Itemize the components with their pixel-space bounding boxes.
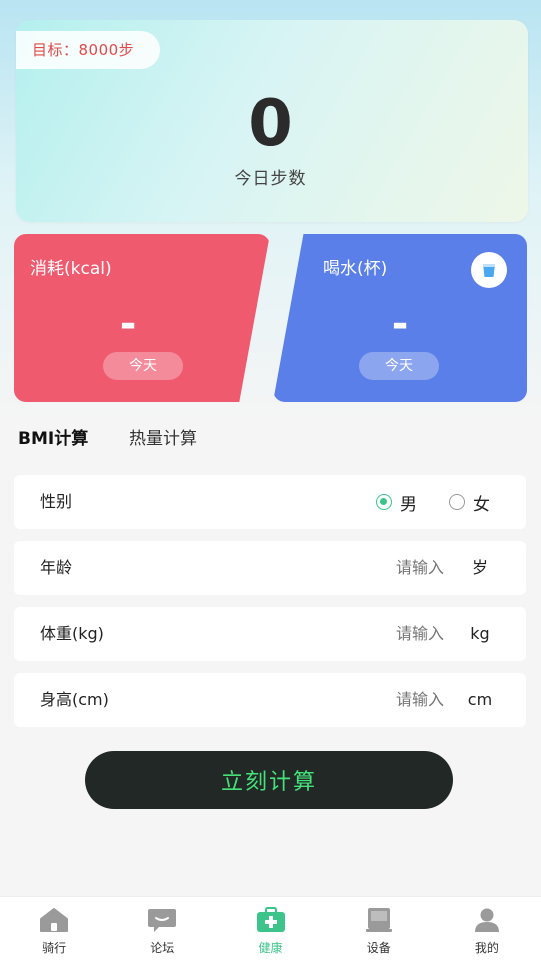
tabbar-item-ride[interactable]: 骑行 [0, 897, 108, 962]
tabbar-label-forum: 论坛 [150, 941, 175, 955]
person-icon [474, 908, 499, 932]
age-input[interactable] [324, 541, 444, 595]
gender-option-male[interactable]: 男 [376, 475, 417, 529]
tabbar-item-mine[interactable]: 我的 [433, 897, 541, 962]
tab-calorie[interactable]: 热量计算 [129, 425, 197, 453]
gender-row: 性别 男 女 [14, 475, 526, 529]
gender-option-female[interactable]: 女 [449, 475, 490, 529]
medical-kit-icon [256, 907, 285, 932]
tabbar-label-health: 健康 [258, 941, 283, 955]
tabbar-item-device[interactable]: 设备 [325, 897, 433, 962]
gender-female-label: 女 [473, 494, 490, 515]
weight-input[interactable] [324, 607, 444, 661]
height-label: 身高(cm) [40, 690, 109, 709]
steps-count: 0 [248, 87, 293, 161]
tabbar-label-device: 设备 [366, 941, 391, 955]
calculate-button[interactable]: 立刻计算 [85, 751, 453, 809]
height-input[interactable] [324, 673, 444, 727]
water-title: 喝水(杯) [323, 259, 388, 279]
weight-label: 体重(kg) [40, 624, 104, 643]
calorie-card[interactable]: 消耗(kcal) - 今天 [14, 234, 270, 402]
water-value: - [391, 301, 409, 347]
cup-icon[interactable] [471, 252, 507, 288]
chat-icon [148, 909, 177, 932]
weight-unit: kg [470, 624, 490, 643]
radio-checked-icon[interactable] [376, 494, 392, 510]
calorie-title: 消耗(kcal) [30, 259, 112, 279]
gender-label: 性别 [40, 492, 73, 511]
age-label: 年龄 [40, 558, 73, 577]
water-period-pill[interactable]: 今天 [359, 352, 439, 380]
calorie-value: - [119, 301, 137, 347]
weight-row: 体重(kg) kg [14, 607, 526, 661]
age-unit: 岁 [471, 558, 488, 577]
tabbar-item-forum[interactable]: 论坛 [108, 897, 216, 962]
calorie-period-pill[interactable]: 今天 [103, 352, 183, 380]
height-unit: cm [467, 690, 493, 709]
radio-unchecked-icon[interactable] [449, 494, 465, 510]
steps-label: 今日步数 [234, 169, 307, 189]
height-row: 身高(cm) cm [14, 673, 526, 727]
bottom-tabbar: 骑行 论坛 健康 设备 我的 [0, 896, 541, 962]
device-icon [365, 908, 392, 932]
tabbar-label-mine: 我的 [474, 941, 499, 955]
age-row: 年龄 岁 [14, 541, 526, 595]
tabbar-label-ride: 骑行 [42, 941, 67, 955]
water-card[interactable]: 喝水(杯) - 今天 [273, 234, 527, 402]
tab-bmi[interactable]: BMI计算 [18, 425, 88, 453]
home-icon [40, 908, 69, 932]
goal-badge: 目标：8000步 [16, 31, 161, 69]
gender-male-label: 男 [400, 494, 417, 515]
tabbar-item-health[interactable]: 健康 [216, 897, 324, 962]
